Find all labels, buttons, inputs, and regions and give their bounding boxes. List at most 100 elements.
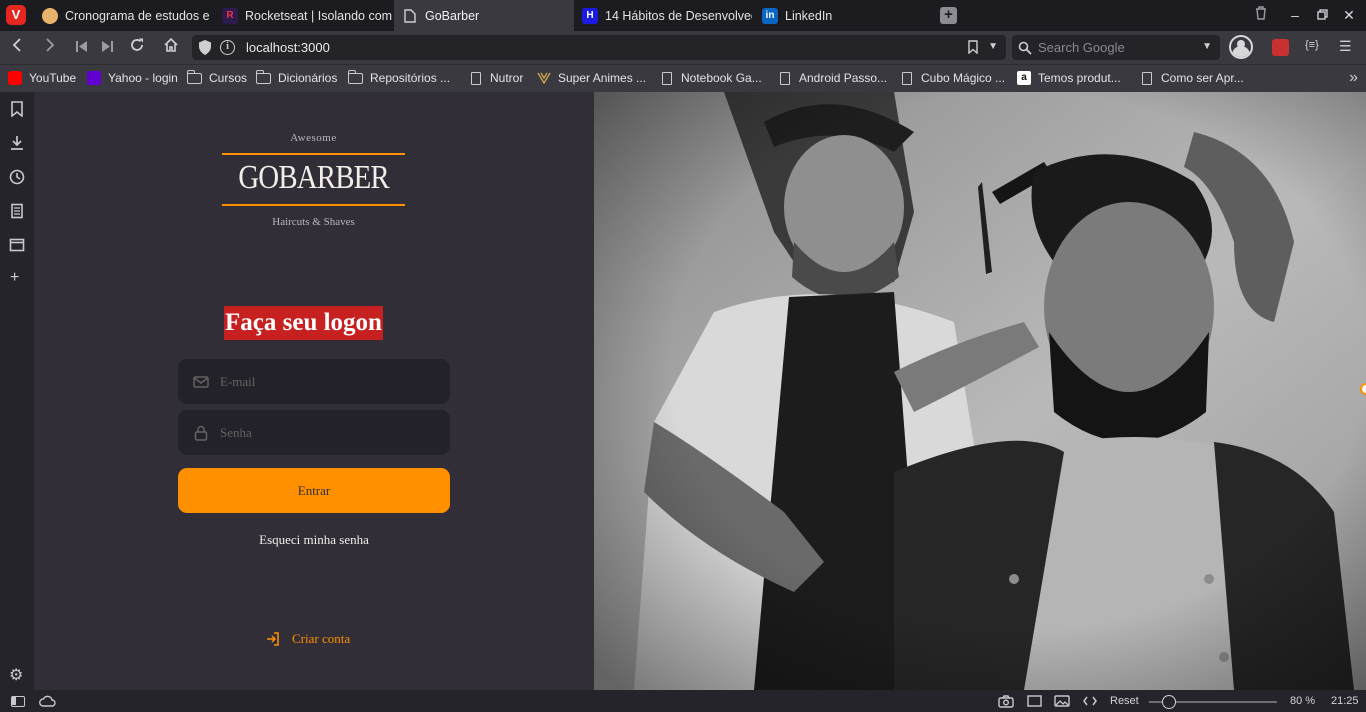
logo-rule-bottom [222, 204, 405, 206]
bookmarks-bar: YouTube Yahoo - login Cursos Dicionários… [0, 64, 1366, 92]
search-icon [1018, 41, 1032, 55]
zoom-slider[interactable] [1149, 695, 1277, 709]
extensions-menu-icon[interactable]: ☰ [1339, 37, 1352, 55]
yahoo-icon [87, 71, 101, 85]
study-face-icon [42, 7, 58, 24]
bookmark-repositorios[interactable]: Repositórios ... [347, 69, 450, 85]
mail-icon [193, 376, 209, 388]
address-bar[interactable]: i localhost:3000 ▼ [192, 35, 1006, 60]
sync-cloud-icon[interactable] [39, 695, 56, 707]
image-icon[interactable] [1054, 695, 1070, 707]
minimize-button[interactable]: – [1285, 6, 1305, 24]
folder-icon [255, 69, 271, 84]
chevron-down-icon[interactable]: ▼ [988, 41, 998, 52]
bookmark-cursos[interactable]: Cursos [186, 69, 247, 85]
site-info-icon[interactable]: i [220, 40, 235, 55]
zoom-level: 80 % [1290, 695, 1316, 707]
email-input[interactable] [220, 359, 440, 404]
tab-rocketseat[interactable]: R Rocketseat | Isolando comp [214, 0, 392, 31]
grammar-extension-badge[interactable] [1360, 383, 1366, 395]
braces-extension-icon[interactable]: {≡} [1305, 39, 1319, 51]
tab-linkedin[interactable]: in LinkedIn [754, 0, 930, 31]
search-placeholder: Search Google [1038, 40, 1125, 55]
login-section: Awesome GOBARBER Haircuts & Shaves Faça … [34, 92, 594, 690]
address-toolbar: i localhost:3000 ▼ Search Google ▼ {≡} ☰ [0, 31, 1366, 64]
barber-photo [594, 92, 1366, 690]
rocketseat-icon: R [222, 7, 238, 24]
bookmark-nutror[interactable]: Nutror [471, 71, 523, 85]
zoom-slider-handle[interactable] [1162, 695, 1176, 709]
create-account-label[interactable]: Criar conta [292, 631, 350, 647]
bookmark-android[interactable]: Android Passo... [780, 71, 887, 85]
folder-icon [186, 69, 202, 84]
tab-gobarber[interactable]: GoBarber [394, 0, 574, 31]
search-engine-chevron-icon[interactable]: ▼ [1202, 41, 1212, 52]
bookmark-youtube[interactable]: YouTube [8, 71, 76, 85]
window-panel-icon[interactable] [9, 237, 25, 253]
gobarber-logo: Awesome GOBARBER Haircuts & Shaves [222, 130, 405, 248]
tiling-icon[interactable] [1027, 695, 1042, 707]
camera-icon[interactable] [998, 695, 1014, 708]
search-field[interactable]: Search Google ▼ [1012, 35, 1220, 60]
page-title: Faça seu logon [224, 306, 383, 340]
status-bar: Reset 80 % 21:25 [0, 690, 1366, 712]
bookmark-como-ser[interactable]: Como ser Apr... [1142, 71, 1244, 85]
extension-icon[interactable] [1272, 39, 1289, 56]
bookmark-super-animes[interactable]: Super Animes ... [537, 71, 646, 85]
bookmark-notebook[interactable]: Notebook Ga... [662, 71, 762, 85]
blog-icon: H [582, 7, 598, 24]
bookmarks-overflow-icon[interactable]: » [1349, 69, 1358, 87]
close-window-button[interactable]: ✕ [1339, 6, 1359, 24]
forward-icon[interactable] [39, 37, 61, 59]
bookmark-dicionarios[interactable]: Dicionários [255, 69, 337, 85]
logo-tagline-top: Awesome [290, 132, 337, 144]
tab-cronograma[interactable]: Cronograma de estudos e [34, 0, 210, 31]
logo-tagline-bottom: Haircuts & Shaves [272, 216, 355, 228]
bookmark-amazon[interactable]: a Temos produt... [1017, 71, 1121, 85]
linkedin-icon: in [762, 7, 778, 24]
page-icon [402, 8, 418, 24]
password-input[interactable] [220, 410, 440, 455]
email-field[interactable] [178, 359, 450, 404]
page-icon [471, 71, 481, 85]
amazon-icon: a [1017, 71, 1031, 85]
create-account-link[interactable]: Criar conta [266, 631, 350, 647]
login-submit-button[interactable]: Entrar [178, 468, 450, 513]
new-tab-button[interactable]: + [940, 7, 957, 24]
trash-icon[interactable] [1251, 6, 1271, 24]
reload-icon[interactable] [126, 37, 148, 59]
tab-bar: V Cronograma de estudos e R Rocketseat |… [0, 0, 1366, 31]
url-text[interactable]: localhost:3000 [246, 39, 330, 56]
profile-avatar[interactable] [1229, 35, 1253, 59]
logo-brand: GOBARBER [238, 159, 389, 196]
bookmark-yahoo[interactable]: Yahoo - login [87, 71, 178, 85]
youtube-icon [8, 71, 22, 85]
page-icon [662, 71, 672, 85]
page-icon [780, 71, 790, 85]
tab-habitos[interactable]: H 14 Hábitos de Desenvolvec [574, 0, 752, 31]
notes-panel-icon[interactable] [9, 203, 25, 219]
logo-wordmark: GOBARBER [222, 155, 405, 201]
home-icon[interactable] [160, 37, 182, 59]
restore-button[interactable] [1312, 6, 1332, 24]
panel-toggle-icon[interactable] [11, 696, 25, 707]
add-panel-icon[interactable]: + [10, 270, 19, 286]
forgot-password-label[interactable]: Esqueci minha senha [259, 532, 369, 547]
bookmarks-panel-icon[interactable] [9, 101, 25, 117]
rewind-icon[interactable] [70, 37, 92, 59]
bookmark-cubo-magico[interactable]: Cubo Mágico ... [902, 71, 1005, 85]
back-icon[interactable] [6, 37, 28, 59]
settings-gear-icon[interactable]: ⚙ [9, 665, 23, 685]
clock: 21:25 [1331, 695, 1359, 707]
zoom-reset-button[interactable]: Reset [1110, 694, 1139, 708]
downloads-panel-icon[interactable] [9, 135, 25, 151]
password-field[interactable] [178, 410, 450, 455]
history-panel-icon[interactable] [9, 169, 25, 185]
fast-forward-icon[interactable] [96, 37, 118, 59]
forgot-password-link[interactable]: Esqueci minha senha [34, 532, 594, 548]
anime-icon [537, 72, 551, 85]
vivaldi-menu-icon[interactable]: V [6, 5, 26, 25]
shield-icon[interactable] [199, 40, 211, 55]
code-icon[interactable] [1083, 696, 1097, 706]
bookmark-page-icon[interactable] [968, 40, 978, 54]
